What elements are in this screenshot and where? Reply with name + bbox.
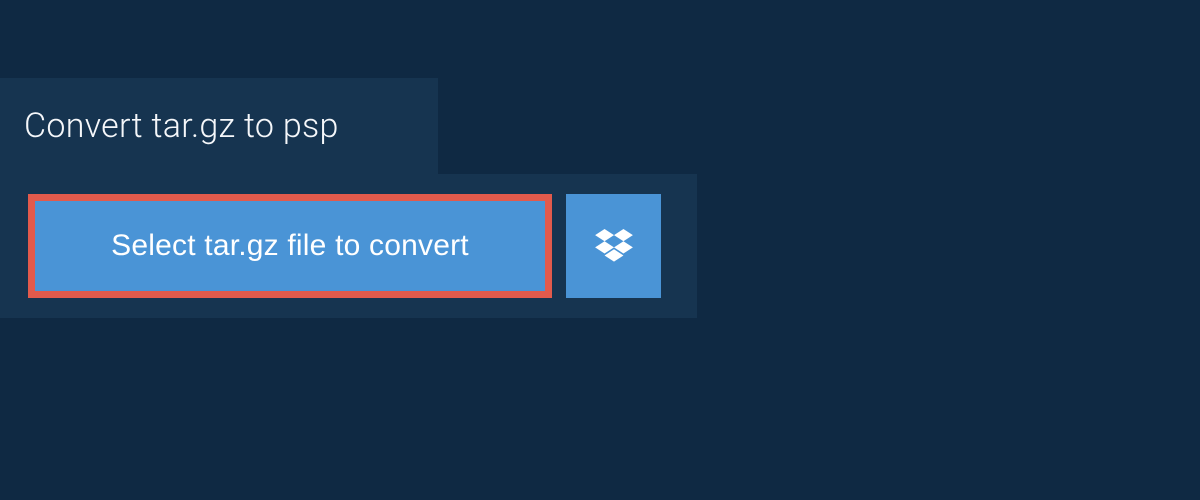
select-file-button[interactable]: Select tar.gz file to convert [35,201,545,291]
dropbox-button[interactable] [566,194,661,298]
select-button-highlight: Select tar.gz file to convert [28,194,552,298]
main-panel: Select tar.gz file to convert [0,174,697,318]
header-tab: Convert tar.gz to psp [0,78,438,174]
page-title: Convert tar.gz to psp [24,106,390,146]
dropbox-icon [595,229,633,263]
